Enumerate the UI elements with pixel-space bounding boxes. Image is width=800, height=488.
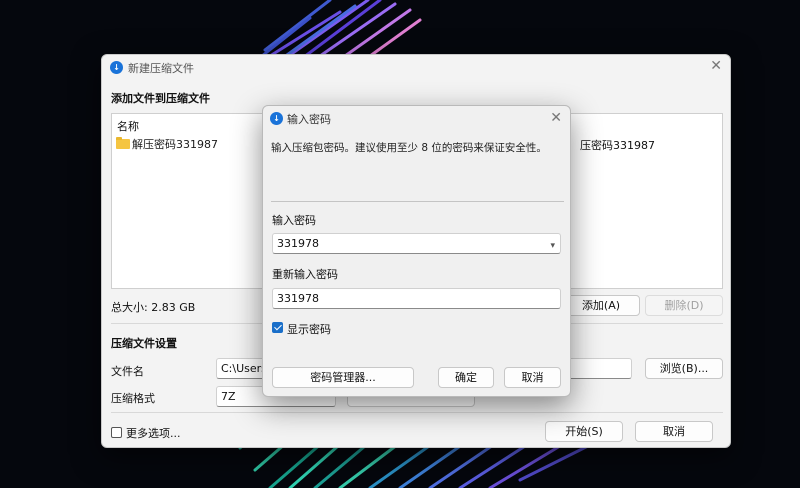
folder-icon (116, 137, 130, 149)
list-item[interactable]: 解压密码331987 (116, 136, 218, 152)
password-dialog: ↓ 输入密码 ✕ 输入压缩包密码。建议使用至少 8 位的密码来保证安全性。 输入… (262, 105, 571, 397)
window-title: 新建压缩文件 (128, 62, 194, 75)
column-header-name[interactable]: 名称 (117, 118, 139, 134)
file-name-overflow: 压密码331987 (580, 139, 655, 152)
total-size-label: 总大小: 2.83 GB (111, 301, 196, 314)
filename-label: 文件名 (111, 365, 144, 378)
divider (271, 201, 564, 202)
start-button[interactable]: 开始(S) (545, 421, 623, 442)
ok-button[interactable]: 确定 (438, 367, 494, 388)
dialog-titlebar[interactable]: ↓ 输入密码 ✕ (263, 106, 570, 130)
password-hint: 输入压缩包密码。建议使用至少 8 位的密码来保证安全性。 (271, 142, 547, 154)
password-label: 输入密码 (272, 214, 316, 227)
show-password-label[interactable]: 显示密码 (287, 321, 331, 337)
format-label: 压缩格式 (111, 392, 155, 405)
app-logo-icon: ↓ (110, 61, 123, 74)
password-input[interactable]: 331978 ▾ (272, 233, 561, 254)
divider (111, 412, 723, 413)
confirm-password-input[interactable]: 331978 (272, 288, 561, 309)
main-cancel-button[interactable]: 取消 (635, 421, 713, 442)
more-options-checkbox[interactable] (111, 427, 122, 438)
show-password-checkbox[interactable] (272, 322, 283, 333)
add-files-section-label: 添加文件到压缩文件 (111, 92, 210, 105)
confirm-password-label: 重新输入密码 (272, 268, 338, 281)
add-button[interactable]: 添加(A) (562, 295, 640, 316)
dialog-cancel-button[interactable]: 取消 (504, 367, 561, 388)
chevron-down-icon[interactable]: ▾ (550, 237, 555, 256)
app-logo-icon: ↓ (270, 112, 283, 125)
more-options-label[interactable]: 更多选项... (126, 425, 181, 441)
file-name: 解压密码331987 (132, 138, 218, 151)
delete-button[interactable]: 删除(D) (645, 295, 723, 316)
password-manager-button[interactable]: 密码管理器... (272, 367, 414, 388)
password-value: 331978 (277, 237, 319, 250)
browse-button[interactable]: 浏览(B)... (645, 358, 723, 379)
close-icon[interactable]: ✕ (710, 59, 722, 73)
close-icon[interactable]: ✕ (550, 111, 562, 125)
dialog-title: 输入密码 (287, 113, 331, 126)
archive-settings-section-label: 压缩文件设置 (111, 337, 177, 350)
window-titlebar[interactable]: ↓ 新建压缩文件 ✕ (102, 55, 730, 79)
